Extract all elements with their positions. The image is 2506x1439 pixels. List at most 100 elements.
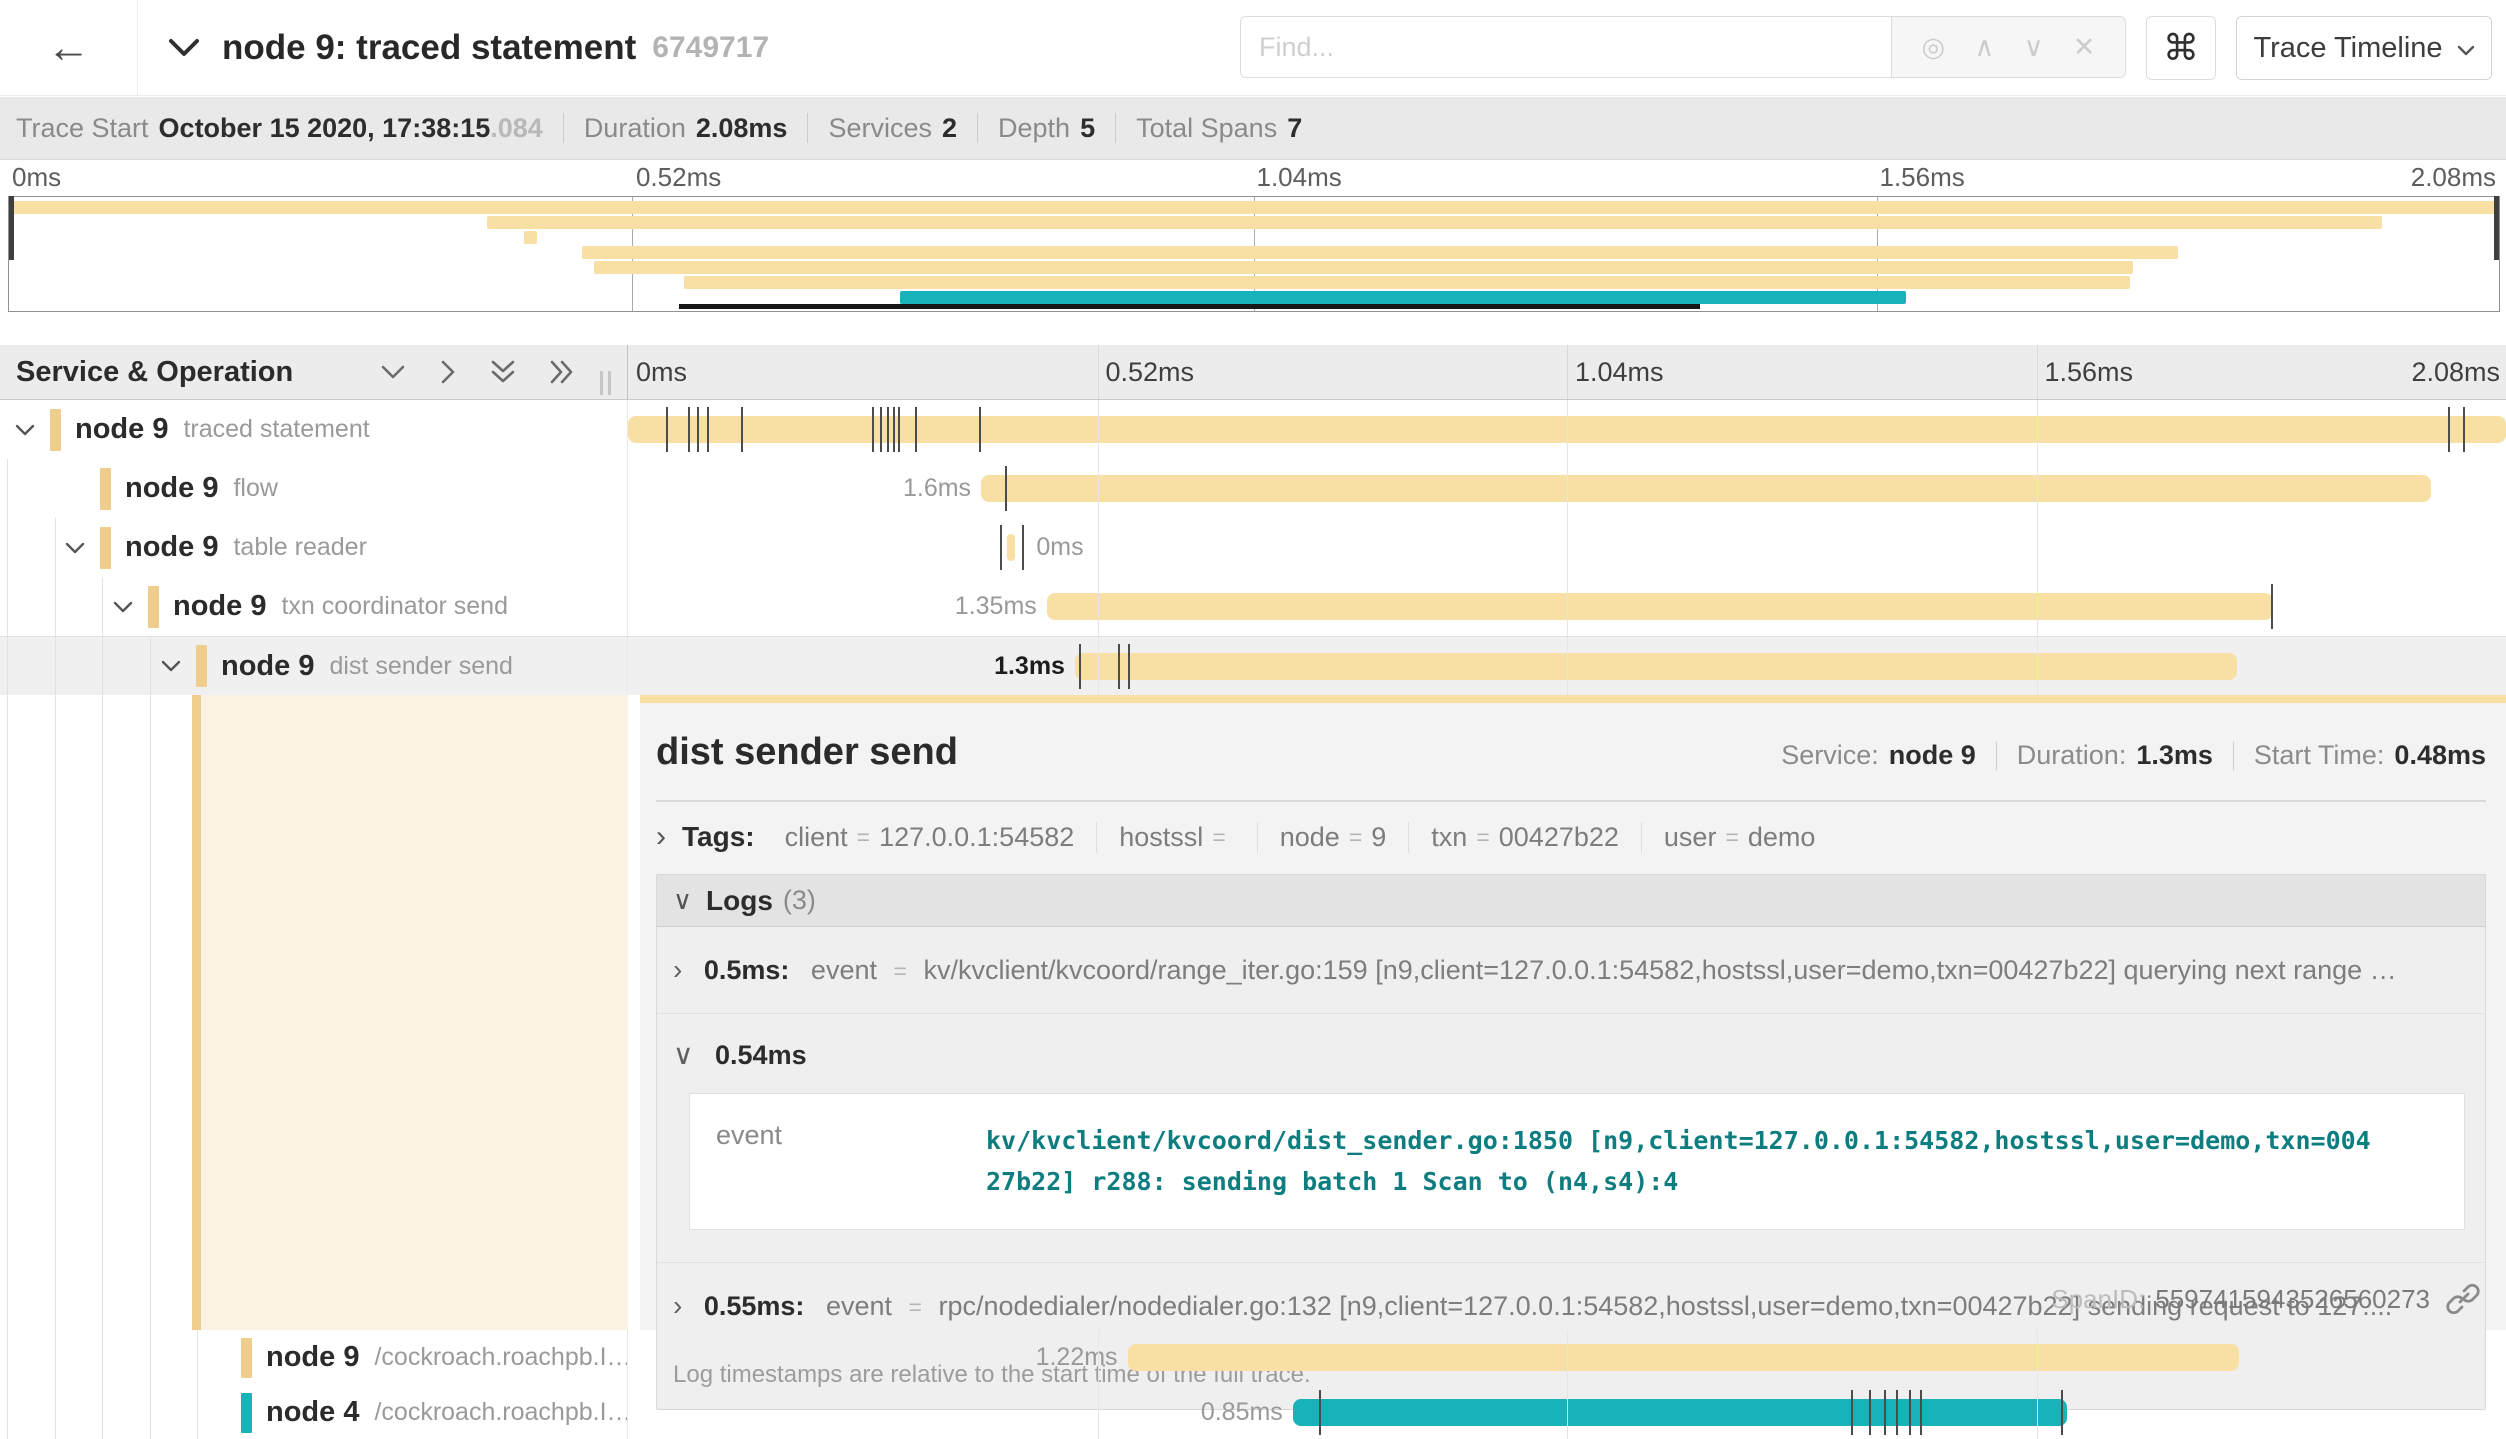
minimap-canvas[interactable]: [8, 196, 2500, 312]
minimap-viewport-indicator[interactable]: [679, 304, 1700, 309]
trace-id: 6749717: [652, 31, 769, 65]
tag-key: client: [785, 822, 848, 853]
keyboard-shortcuts-button[interactable]: ⌘: [2146, 16, 2216, 80]
span-bar[interactable]: [1293, 1399, 2067, 1426]
span-duration-label: 1.3ms: [915, 653, 1065, 680]
minimap-span-bar: [9, 201, 2499, 214]
tick-label: 1.04ms: [1575, 357, 1664, 388]
span-bar[interactable]: [1128, 1344, 2240, 1371]
start-time-value: 0.48ms: [2394, 740, 2486, 771]
chevron-right-icon: ›: [673, 954, 682, 985]
chevron-down-icon[interactable]: [160, 659, 196, 673]
span-bar-cell[interactable]: 1.3ms: [628, 637, 2506, 695]
span-name-cell[interactable]: node 4 /cockroach.roachpb.I…: [0, 1385, 628, 1439]
span-row[interactable]: node 4 /cockroach.roachpb.I… 0.85ms: [0, 1385, 2506, 1439]
span-bar-cell[interactable]: 1.6ms: [628, 459, 2506, 518]
span-row[interactable]: node 9 dist sender send 1.3ms: [0, 636, 2506, 695]
span-bar-cell[interactable]: 1.35ms: [628, 577, 2506, 636]
trace-start-fraction: .084: [490, 113, 543, 143]
span-row[interactable]: node 9 /cockroach.roachpb.I… 1.22ms: [0, 1330, 2506, 1385]
prev-match-icon[interactable]: ∧: [1974, 32, 1994, 63]
span-color-strip: [640, 695, 2506, 703]
span-bar[interactable]: [628, 416, 2506, 443]
service-label: Service:: [1781, 740, 1879, 771]
operation-name: txn coordinator send: [281, 592, 508, 621]
span-bar-cell[interactable]: 0.85ms: [628, 1385, 2506, 1439]
chevron-down-icon[interactable]: [168, 38, 200, 58]
tag-value: 9: [1371, 822, 1386, 853]
collapse-all-icon[interactable]: [489, 359, 517, 385]
clear-search-icon[interactable]: ✕: [2073, 32, 2096, 63]
trace-title-wrap: node 9: traced statement 6749717: [168, 0, 769, 96]
log-entry-expanded: ∨ 0.54ms event kv/kvclient/kvcoord/dist_…: [657, 1013, 2485, 1262]
span-bar[interactable]: [1047, 593, 2273, 620]
service-color-swatch: [241, 1393, 252, 1433]
span-name-cell[interactable]: node 9 traced statement: [0, 400, 628, 459]
minimap-span-bar: [582, 246, 2178, 259]
span-bar[interactable]: [1075, 653, 2237, 680]
operation-name: traced statement: [183, 415, 369, 444]
service-color-swatch: [50, 409, 61, 451]
separator: [1996, 742, 1997, 770]
span-row[interactable]: node 9 table reader 0ms: [0, 518, 2506, 577]
minimap-span-bar: [684, 276, 2131, 289]
log-field-key: event: [716, 1120, 986, 1203]
next-match-icon[interactable]: ∨: [2024, 32, 2044, 63]
chevron-down-icon[interactable]: [14, 423, 50, 437]
log-entry-collapsed[interactable]: › 0.5ms: event = kv/kvclient/kvcoord/ran…: [657, 927, 2485, 1013]
app-header: ← node 9: traced statement 6749717 ◎ ∧ ∨…: [0, 0, 2506, 96]
log-expanded-header[interactable]: ∨ 0.54ms: [673, 1038, 2465, 1071]
detail-title: dist sender send: [656, 731, 958, 774]
minimap-right-scrubber[interactable]: [2494, 196, 2499, 260]
service-name: node 9: [125, 472, 218, 505]
total-spans-value: 7: [1287, 113, 1302, 144]
chevron-down-icon: ∨: [673, 1039, 694, 1070]
chevron-down-icon[interactable]: [64, 541, 100, 555]
span-name-cell[interactable]: node 9 dist sender send: [0, 637, 628, 695]
tick-label: 2.08ms: [2411, 357, 2500, 388]
tags-label: Tags:: [682, 821, 755, 853]
link-icon[interactable]: [2446, 1282, 2480, 1316]
logs-count: (3): [783, 885, 816, 916]
minimap-span-bar: [900, 291, 1906, 304]
chevron-down-icon[interactable]: [112, 600, 148, 614]
tick-label: 0ms: [12, 162, 61, 193]
back-button[interactable]: ←: [0, 0, 138, 96]
service-color-swatch: [100, 468, 111, 510]
collapse-one-icon[interactable]: [379, 363, 407, 381]
span-bar[interactable]: [981, 475, 2431, 502]
span-row[interactable]: node 9 traced statement: [0, 400, 2506, 459]
span-name-cell[interactable]: node 9 txn coordinator send: [0, 577, 628, 636]
services-value: 2: [942, 113, 957, 144]
equals-sign: =: [1349, 824, 1362, 851]
view-selector-dropdown[interactable]: Trace Timeline: [2236, 16, 2492, 80]
service-name: node 9: [125, 531, 218, 564]
span-row[interactable]: node 9 flow 1.6ms: [0, 459, 2506, 518]
minimap-left-scrubber[interactable]: [9, 196, 14, 260]
trace-start-label: Trace Start: [16, 113, 149, 144]
span-row[interactable]: node 9 txn coordinator send 1.35ms: [0, 577, 2506, 636]
separator: [563, 113, 564, 143]
span-name-cell[interactable]: node 9 /cockroach.roachpb.I…: [0, 1330, 628, 1385]
duration-value: 1.3ms: [2136, 740, 2213, 771]
span-name-cell[interactable]: node 9 flow: [0, 459, 628, 518]
services-label: Services: [828, 113, 932, 144]
span-duration-label: 0.85ms: [1133, 1399, 1283, 1426]
separator: [2233, 742, 2234, 770]
span-bar-cell[interactable]: [628, 400, 2506, 459]
expand-one-icon[interactable]: [439, 358, 457, 386]
timeline-ticks-header: 0ms 0.52ms 1.04ms 1.56ms 2.08ms: [628, 345, 2506, 399]
detail-meta: Service: node 9 Duration: 1.3ms Start Ti…: [1781, 740, 2486, 771]
column-resize-grip[interactable]: [600, 371, 611, 395]
equals-sign: =: [1725, 824, 1738, 851]
locate-icon[interactable]: ◎: [1921, 32, 1945, 63]
expand-all-icon[interactable]: [549, 358, 575, 386]
span-bar-cell[interactable]: 1.22ms: [628, 1330, 2506, 1385]
gridline: [2037, 345, 2038, 399]
span-bar-cell[interactable]: 0ms: [628, 518, 2506, 577]
find-input[interactable]: [1240, 16, 1892, 78]
logs-header[interactable]: ∨ Logs (3): [657, 875, 2485, 927]
span-bar[interactable]: [1007, 534, 1015, 561]
tags-row[interactable]: › Tags: client = 127.0.0.1:54582 hostssl…: [656, 820, 2486, 854]
span-name-cell[interactable]: node 9 table reader: [0, 518, 628, 577]
